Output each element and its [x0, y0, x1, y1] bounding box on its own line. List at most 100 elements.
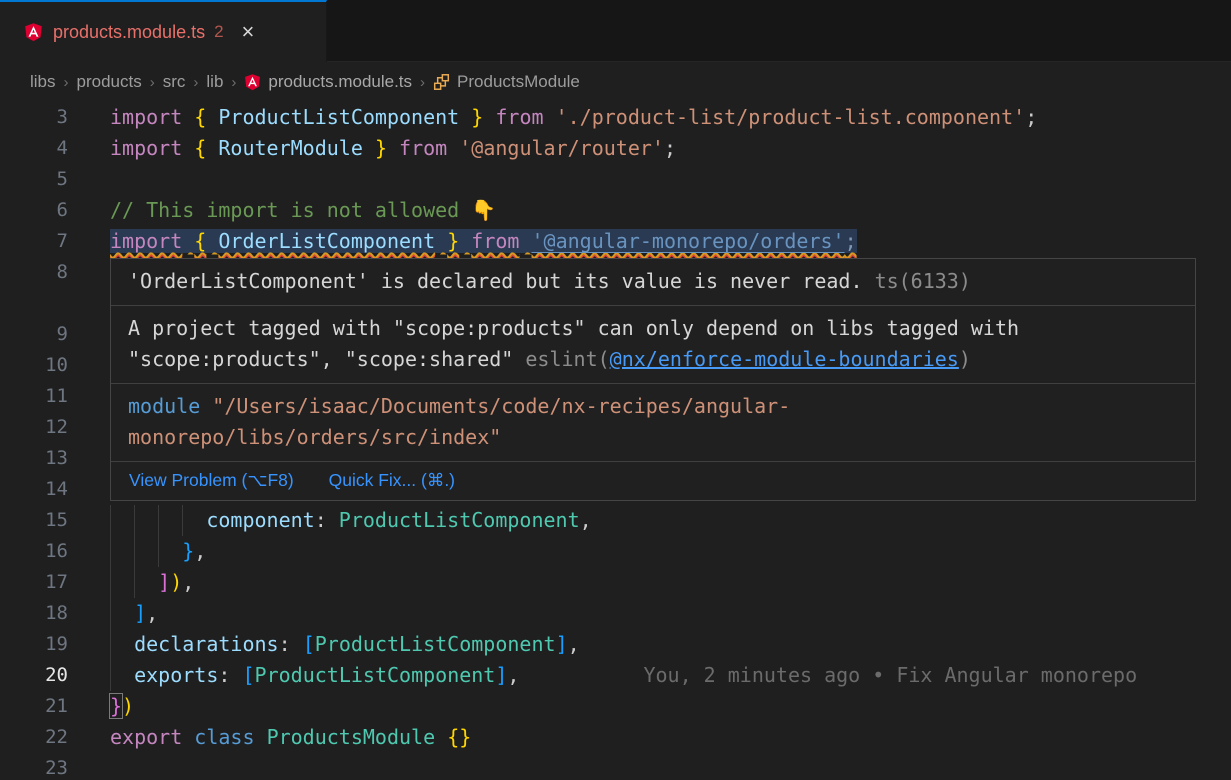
- code-content-22[interactable]: export class ProductsModule {}: [110, 722, 1231, 753]
- code-token: '@angular-monorepo/orders': [532, 229, 845, 253]
- line-number-20[interactable]: 20: [0, 660, 110, 691]
- code-content-19[interactable]: declarations: [ProductListComponent],: [110, 629, 1231, 660]
- code-token: ): [122, 694, 134, 718]
- ngmodule-symbol-icon: [433, 73, 450, 91]
- code-token: ): [170, 570, 182, 594]
- quick-fix-link[interactable]: Quick Fix... (⌘.): [329, 470, 455, 490]
- code-token: export: [110, 725, 182, 749]
- code-content-4[interactable]: import { RouterModule } from '@angular/r…: [110, 133, 1231, 164]
- line-number-13[interactable]: 13: [0, 443, 110, 474]
- line-number-8[interactable]: 8: [0, 257, 110, 288]
- code-token: [206, 229, 218, 253]
- breadcrumb-item-symbol[interactable]: ProductsModule: [433, 72, 580, 92]
- code-line-22: 22export class ProductsModule {}: [0, 722, 1231, 753]
- code-content-21[interactable]: }): [110, 691, 1231, 722]
- module-path-line1: module "/Users/isaac/Documents/code/nx-r…: [128, 391, 1178, 422]
- code-token: [182, 105, 194, 129]
- code-content-20[interactable]: exports: [ProductListComponent],You, 2 m…: [110, 660, 1231, 691]
- code-token: ]: [556, 632, 568, 656]
- code-editor: 3import { ProductListComponent } from '.…: [0, 102, 1231, 780]
- code-line-6: 6// This import is not allowed 👇: [0, 195, 1231, 226]
- code-token: }: [182, 539, 194, 563]
- code-line-3: 3import { ProductListComponent } from '.…: [0, 102, 1231, 133]
- code-line-18: 18 ],: [0, 598, 1231, 629]
- indent-guide: [110, 536, 111, 567]
- code-content-18[interactable]: ],: [110, 598, 1231, 629]
- code-token: class: [194, 725, 254, 749]
- code-content-15[interactable]: component: ProductListComponent,: [110, 505, 1231, 536]
- code-line-20: 20 exports: [ProductListComponent],You, …: [0, 660, 1231, 691]
- breadcrumb-item-file[interactable]: products.module.ts: [244, 72, 412, 92]
- code-token: [435, 725, 447, 749]
- line-number-16[interactable]: 16: [0, 536, 110, 567]
- breadcrumb-item-src[interactable]: src: [163, 72, 186, 92]
- code-token: ProductListComponent: [218, 105, 459, 129]
- code-token: '@angular/router': [459, 136, 664, 160]
- code-token: ]: [495, 663, 507, 687]
- line-number-14[interactable]: 14: [0, 474, 110, 505]
- tab-problem-count: 2: [214, 22, 223, 42]
- code-token: ]: [134, 601, 146, 625]
- line-number-6[interactable]: 6: [0, 195, 110, 226]
- line-number-19[interactable]: 19: [0, 629, 110, 660]
- indent-guide: [182, 505, 183, 536]
- line-number-11[interactable]: 11: [0, 381, 110, 412]
- line-number-7[interactable]: 7: [0, 226, 110, 257]
- code-content-5[interactable]: [110, 164, 1231, 195]
- line-number-23[interactable]: 23: [0, 753, 110, 780]
- code-token: ;: [664, 136, 676, 160]
- code-token: ProductListComponent: [255, 663, 496, 687]
- code-line-16: 16 },: [0, 536, 1231, 567]
- code-content-16[interactable]: },: [110, 536, 1231, 567]
- line-number-22[interactable]: 22: [0, 722, 110, 753]
- ts-error-source: ts(6133): [875, 269, 971, 293]
- code-token: [459, 229, 471, 253]
- code-content-6[interactable]: // This import is not allowed 👇: [110, 195, 1231, 226]
- line-number-15[interactable]: 15: [0, 505, 110, 536]
- ts-error-message: 'OrderListComponent' is declared but its…: [128, 269, 863, 293]
- breadcrumb: libs›products›src›lib›products.module.ts…: [0, 62, 1231, 102]
- breadcrumb-item-libs[interactable]: libs: [30, 72, 56, 92]
- breadcrumb-item-products[interactable]: products: [77, 72, 142, 92]
- chevron-right-icon: ›: [223, 74, 244, 91]
- tab-bar: products.module.ts 2 ×: [0, 0, 1231, 62]
- line-number-4[interactable]: 4: [0, 133, 110, 164]
- code-token: [363, 136, 375, 160]
- code-token: from: [399, 136, 447, 160]
- code-line-5: 5: [0, 164, 1231, 195]
- code-token: [110, 632, 134, 656]
- code-content-7[interactable]: import { OrderListComponent } from '@ang…: [110, 226, 1231, 257]
- line-number-12[interactable]: 12: [0, 412, 110, 443]
- line-number-17[interactable]: 17: [0, 567, 110, 598]
- eslint-rule-link[interactable]: @nx/enforce-module-boundaries: [610, 347, 959, 371]
- code-line-17: 17 ]),: [0, 567, 1231, 598]
- module-path-line2: monorepo/libs/orders/src/index": [128, 422, 1178, 453]
- code-token: {: [194, 136, 206, 160]
- breadcrumb-item-lib[interactable]: lib: [206, 72, 223, 92]
- code-token: {: [194, 229, 206, 253]
- code-token: [206, 136, 218, 160]
- line-number-21[interactable]: 21: [0, 691, 110, 722]
- code-content-3[interactable]: import { ProductListComponent } from './…: [110, 102, 1231, 133]
- chevron-right-icon: ›: [142, 74, 163, 91]
- indent-guide: [110, 598, 111, 629]
- line-number-18[interactable]: 18: [0, 598, 110, 629]
- tab-products-module[interactable]: products.module.ts 2 ×: [0, 0, 327, 62]
- line-number-9[interactable]: 9: [0, 319, 110, 350]
- view-problem-link[interactable]: View Problem (⌥F8): [129, 470, 294, 490]
- line-number-5[interactable]: 5: [0, 164, 110, 195]
- code-content-23[interactable]: [110, 753, 1231, 780]
- code-token: [182, 136, 194, 160]
- code-line-4: 4import { RouterModule } from '@angular/…: [0, 133, 1231, 164]
- close-icon[interactable]: ×: [242, 22, 255, 42]
- tab-strip-empty: [327, 0, 1231, 62]
- code-content-17[interactable]: ]),: [110, 567, 1231, 598]
- code-token: import: [110, 136, 182, 160]
- git-blame-annotation: You, 2 minutes ago • Fix Angular monorep…: [643, 663, 1137, 687]
- line-number-3[interactable]: 3: [0, 102, 110, 133]
- code-line-21: 21}): [0, 691, 1231, 722]
- line-number-10[interactable]: 10: [0, 350, 110, 381]
- code-token: [483, 105, 495, 129]
- indent-guide: [110, 629, 111, 660]
- hover-status-bar: View Problem (⌥F8) Quick Fix... (⌘.): [111, 462, 1195, 500]
